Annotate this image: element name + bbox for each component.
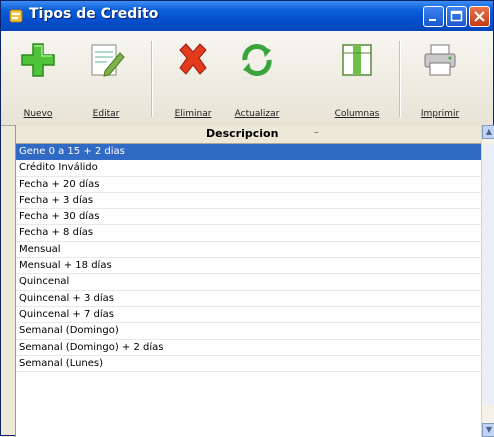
list-item[interactable]: Fecha + 3 días bbox=[16, 193, 481, 210]
edit-button-label: Editar bbox=[92, 109, 120, 119]
columns-button-label: Columnas bbox=[334, 109, 380, 119]
vertical-scrollbar[interactable]: ▲ ▼ bbox=[481, 125, 494, 437]
list-item[interactable]: Fecha + 8 días bbox=[16, 225, 481, 242]
scroll-up-button[interactable]: ▲ bbox=[482, 125, 494, 139]
list-item[interactable]: Crédito Inválido bbox=[16, 160, 481, 177]
scroll-down-button[interactable]: ▼ bbox=[482, 423, 494, 437]
columns-button[interactable]: Columnas bbox=[325, 35, 389, 121]
minimize-icon bbox=[429, 19, 436, 21]
delete-x-icon bbox=[179, 43, 207, 75]
sort-indicator: – bbox=[314, 127, 319, 138]
list-item[interactable]: Semanal (Lunes) bbox=[16, 356, 481, 373]
main-window: Tipos de Credito Nuevo Editar Eliminar A… bbox=[0, 0, 494, 437]
print-button[interactable]: Imprimir bbox=[407, 35, 473, 121]
printer-icon bbox=[424, 44, 456, 76]
list-item[interactable]: Fecha + 30 días bbox=[16, 209, 481, 226]
refresh-button[interactable]: Actualizar bbox=[225, 35, 289, 121]
list-item[interactable]: Gene 0 a 15 + 2 dias bbox=[16, 144, 481, 161]
list-rows: Gene 0 a 15 + 2 dias Crédito Inválido Fech… bbox=[16, 144, 481, 373]
scrollbar-thumb[interactable] bbox=[483, 145, 494, 405]
minimize-button[interactable] bbox=[423, 6, 444, 27]
refresh-icon bbox=[242, 44, 272, 76]
column-header-descripcion[interactable]: Descripcion – bbox=[16, 125, 481, 144]
new-button-label: Nuevo bbox=[23, 109, 53, 119]
close-icon bbox=[474, 11, 485, 22]
title-bar[interactable]: Tipos de Credito bbox=[1, 1, 493, 31]
list-item[interactable]: Semanal (Domingo) bbox=[16, 323, 481, 340]
column-header-label: Descripcion bbox=[206, 127, 279, 140]
edit-button[interactable]: Editar bbox=[71, 35, 141, 121]
app-icon bbox=[9, 9, 23, 23]
maximize-icon bbox=[450, 10, 463, 22]
list-item[interactable]: Quincenal + 3 días bbox=[16, 291, 481, 307]
toolbar-separator bbox=[151, 41, 153, 117]
refresh-button-label: Actualizar bbox=[234, 109, 280, 119]
window-title: Tipos de Credito bbox=[29, 6, 159, 22]
edit-icon bbox=[91, 44, 125, 77]
print-button-label: Imprimir bbox=[420, 109, 460, 119]
plus-icon bbox=[21, 43, 55, 77]
delete-button[interactable]: Eliminar bbox=[165, 35, 221, 121]
toolbar-separator bbox=[399, 41, 401, 117]
new-button[interactable]: Nuevo bbox=[7, 35, 69, 121]
list-item[interactable]: Semanal (Domingo) + 2 días bbox=[16, 340, 481, 356]
close-button[interactable] bbox=[469, 6, 490, 27]
maximize-button[interactable] bbox=[446, 6, 467, 27]
list-item[interactable]: Quincenal + 7 días bbox=[16, 307, 481, 324]
list-item[interactable]: Mensual + 18 días bbox=[16, 258, 481, 275]
list-item[interactable]: Quincenal bbox=[16, 274, 481, 291]
columns-icon bbox=[342, 44, 372, 76]
toolbar: Nuevo Editar Eliminar Actualizar Columna… bbox=[1, 31, 493, 126]
credit-types-list: Descripcion – Gene 0 a 15 + 2 dias Crédit… bbox=[15, 125, 494, 437]
delete-button-label: Eliminar bbox=[174, 109, 212, 119]
list-item[interactable]: Fecha + 20 días bbox=[16, 177, 481, 193]
list-item[interactable]: Mensual bbox=[16, 242, 481, 259]
